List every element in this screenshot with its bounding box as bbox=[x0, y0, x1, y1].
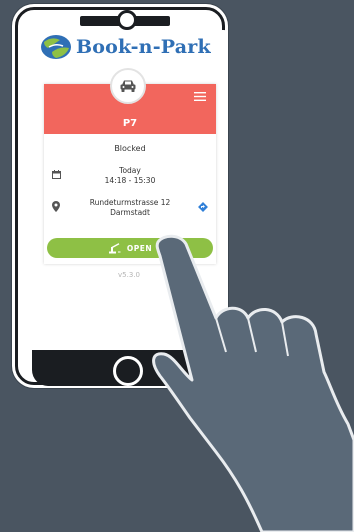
pointing-hand bbox=[152, 234, 354, 532]
